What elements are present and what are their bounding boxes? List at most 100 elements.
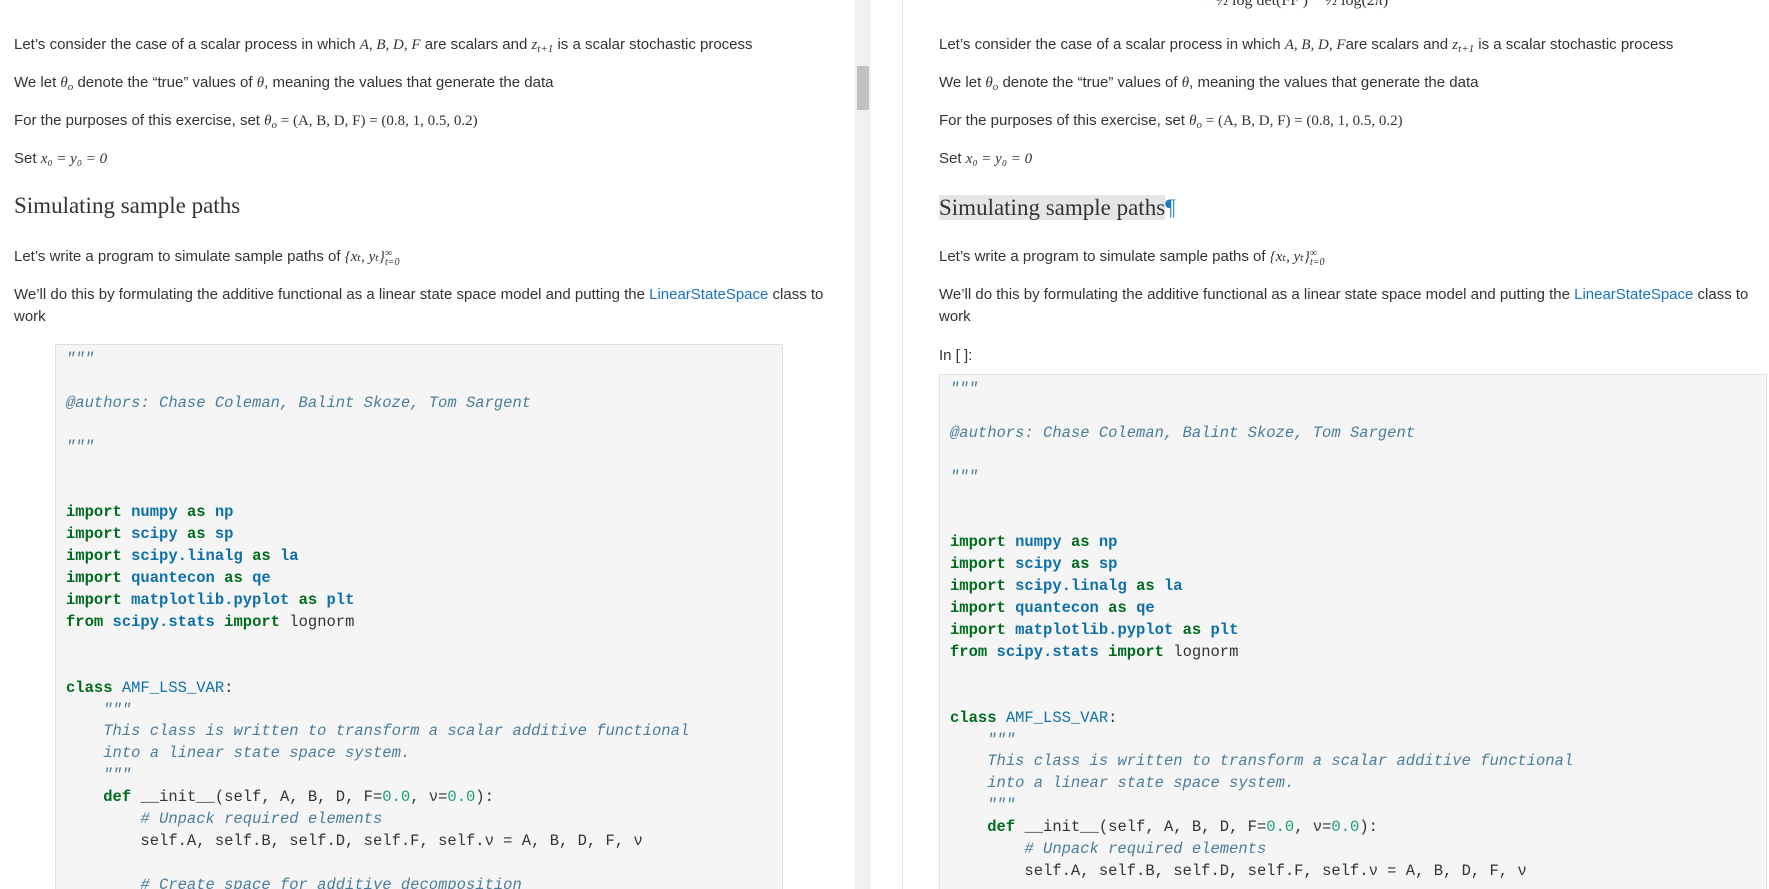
write-prog-lead: Let’s write a program to simulate sample… <box>14 248 345 265</box>
heading-anchor-link[interactable]: ¶ <box>1165 195 1175 220</box>
formulate-paragraph-right: We’ll do this by formulating the additiv… <box>939 284 1759 328</box>
theta-lead: We let <box>939 74 986 91</box>
docstring-close: """ <box>950 467 978 486</box>
class-doc-1: This class is written to transform a sca… <box>987 752 1574 771</box>
class-doc-open: """ <box>987 730 1016 749</box>
pane-gutter <box>871 0 903 889</box>
assign-line: self.A, self.B, self.D, self.F, self.ν =… <box>1024 861 1527 880</box>
init-lead: Set <box>14 150 41 167</box>
docstring-close: """ <box>66 437 94 456</box>
intro-mid: are scalars and <box>1345 36 1453 53</box>
theta-mid: denote the “true” values of <box>73 74 257 91</box>
left-pane-scrollbar[interactable] <box>855 0 871 889</box>
import-line: import quantecon as qe <box>950 599 1155 618</box>
intro-paragraph-right: Let’s consider the case of a scalar proc… <box>939 34 1673 60</box>
import-line: import quantecon as qe <box>66 569 271 588</box>
import-line: import numpy as np <box>66 503 234 522</box>
comment-unpack: # Unpack required elements <box>140 810 383 829</box>
cell-input-prompt: In [ ]: <box>939 347 973 364</box>
theta-tail: , meaning the values that generate the d… <box>264 74 554 91</box>
purposes-paragraph-right: For the purposes of this exercise, set θ… <box>939 110 1403 136</box>
write-prog-set: {xₜ, yₜ} <box>344 249 385 265</box>
intro-text: Let’s consider the case of a scalar proc… <box>14 36 360 53</box>
docstring-open: """ <box>66 350 94 368</box>
class-doc-2: into a linear state space system. <box>103 744 411 763</box>
intro-mid: are scalars and <box>420 36 532 53</box>
theta-symbol-2: θ <box>1181 75 1190 91</box>
intro-tail: is a scalar stochastic process <box>1474 36 1674 53</box>
init-eq: x₀ = y₀ = 0 <box>40 151 108 167</box>
intro-vars: A, B, D, F <box>359 37 421 53</box>
init-eq: x₀ = y₀ = 0 <box>965 151 1033 167</box>
write-prog-supsub: ∞ t=0 <box>1309 249 1325 268</box>
class-doc-close: """ <box>987 796 1016 815</box>
docstring-open: """ <box>950 380 978 398</box>
write-prog-lead: Let’s write a program to simulate sample… <box>939 248 1270 265</box>
intro-vars: A, B, D, F <box>1284 37 1346 53</box>
theta-paragraph: We let θo denote the “true” values of θ,… <box>14 72 553 98</box>
write-prog-supsub: ∞ t=0 <box>384 249 400 268</box>
intro-paragraph: Let’s consider the case of a scalar proc… <box>14 34 753 60</box>
formulate-paragraph: We’ll do this by formulating the additiv… <box>14 284 834 328</box>
code-cell-right[interactable]: """ @authors: Chase Coleman, Balint Skoz… <box>939 374 1767 889</box>
import-line: import scipy.linalg as la <box>66 547 299 566</box>
class-doc-close: """ <box>103 766 132 785</box>
scrollbar-thumb[interactable] <box>857 66 869 110</box>
from-import-line: from scipy.stats import lognorm <box>66 612 355 631</box>
init-paragraph-right: Set x₀ = y₀ = 0 <box>939 148 1032 170</box>
import-line: import numpy as np <box>950 533 1118 552</box>
section-title: Simulating sample paths <box>939 195 1166 220</box>
purposes-theta: θ <box>264 113 272 129</box>
left-notebook-pane[interactable]: Let’s consider the case of a scalar proc… <box>0 0 855 889</box>
comment-unpack: # Unpack required elements <box>1024 840 1267 859</box>
class-line: class AMF_LSS_VAR: <box>66 678 234 697</box>
theta-symbol-2: θ <box>256 75 265 91</box>
code-cell-left[interactable]: """ @authors: Chase Coleman, Balint Skoz… <box>55 344 783 889</box>
intro-z-sub: t+1 <box>537 43 554 55</box>
docstring-authors: @authors: Chase Coleman, Balint Skoze, T… <box>66 393 532 412</box>
linear-state-space-link[interactable]: LinearStateSpace <box>649 286 768 303</box>
import-line: import scipy as sp <box>950 555 1118 574</box>
section-title: Simulating sample paths <box>14 193 241 218</box>
from-import-line: from scipy.stats import lognorm <box>950 642 1239 661</box>
code-block-right: """ @authors: Chase Coleman, Balint Skoz… <box>940 375 1766 883</box>
write-program-paragraph: Let’s write a program to simulate sample… <box>14 246 399 268</box>
right-notebook-pane[interactable]: − ½ log det(FFʹ) − ½ log(2π) Let’s consi… <box>903 0 1769 889</box>
theta-symbol: θ <box>985 75 993 91</box>
assign-line: self.A, self.B, self.D, self.F, self.ν =… <box>140 831 643 850</box>
formulate-lead: We’ll do this by formulating the additiv… <box>939 286 1575 303</box>
theta-paragraph-right: We let θo denote the “true” values of θ,… <box>939 72 1478 98</box>
intro-text: Let’s consider the case of a scalar proc… <box>939 36 1285 53</box>
init-lead: Set <box>939 150 966 167</box>
import-line: import matplotlib.pyplot as plt <box>950 620 1239 639</box>
purposes-theta: θ <box>1189 113 1197 129</box>
init-paragraph: Set x₀ = y₀ = 0 <box>14 148 107 170</box>
purposes-lead: For the purposes of this exercise, set <box>14 112 265 129</box>
import-line: import scipy.linalg as la <box>950 577 1183 596</box>
code-block-left: """ @authors: Chase Coleman, Balint Skoz… <box>56 345 782 889</box>
def-line: def __init__(self, A, B, D, F=0.0, ν=0.0… <box>987 818 1378 837</box>
intro-tail: is a scalar stochastic process <box>553 36 753 53</box>
top-formula-fragment: − ½ log det(FFʹ) − ½ log(2π) <box>1203 0 1388 10</box>
intro-z-sub: t+1 <box>1458 43 1475 55</box>
write-program-paragraph-right: Let’s write a program to simulate sample… <box>939 246 1324 268</box>
write-prog-set: {xₜ, yₜ} <box>1269 249 1310 265</box>
class-doc-2: into a linear state space system. <box>987 774 1295 793</box>
def-line: def __init__(self, A, B, D, F=0.0, ν=0.0… <box>103 788 494 807</box>
docstring-authors: @authors: Chase Coleman, Balint Skoze, T… <box>950 423 1416 442</box>
theta-mid: denote the “true” values of <box>998 74 1182 91</box>
class-doc-1: This class is written to transform a sca… <box>103 722 690 741</box>
section-heading-right: Simulating sample paths¶ <box>939 194 1176 222</box>
write-prog-sub: t=0 <box>1309 257 1325 268</box>
purposes-rhs: = (A, B, D, F) = (0.8, 1, 0.5, 0.2) <box>1202 113 1403 129</box>
theta-lead: We let <box>14 74 61 91</box>
purposes-rhs: = (A, B, D, F) = (0.8, 1, 0.5, 0.2) <box>277 113 478 129</box>
linear-state-space-link[interactable]: LinearStateSpace <box>1574 286 1693 303</box>
import-line: import scipy as sp <box>66 525 234 544</box>
section-heading: Simulating sample paths <box>14 192 240 220</box>
purposes-lead: For the purposes of this exercise, set <box>939 112 1190 129</box>
write-prog-sub: t=0 <box>384 257 400 268</box>
purposes-paragraph: For the purposes of this exercise, set θ… <box>14 110 478 136</box>
theta-symbol: θ <box>60 75 68 91</box>
comment-create-space: # Create space for additive decompositio… <box>140 875 522 889</box>
